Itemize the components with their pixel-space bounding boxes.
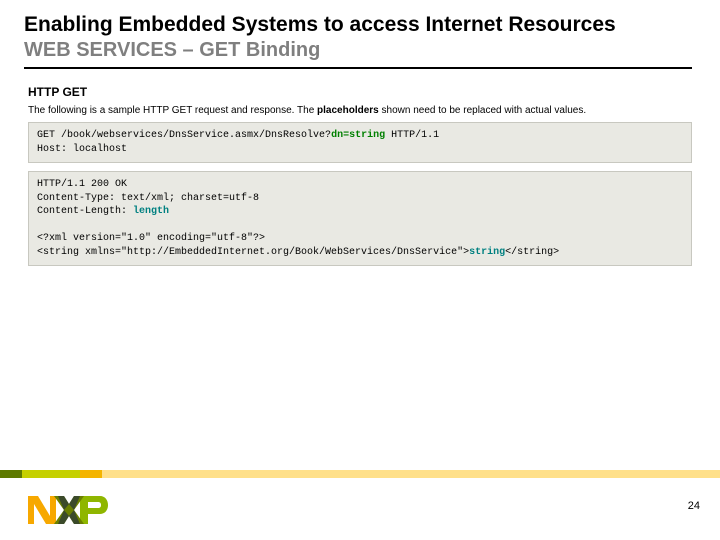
title-block: Enabling Embedded Systems to access Inte…: [0, 0, 720, 69]
req-line1-placeholder: dn=string: [331, 130, 385, 141]
resp-line2: Content-Type: text/xml; charset=utf-8: [37, 193, 259, 204]
slide-title: Enabling Embedded Systems to access Inte…: [24, 12, 696, 38]
resp-line1: HTTP/1.1 200 OK: [37, 179, 127, 190]
slide: Enabling Embedded Systems to access Inte…: [0, 0, 720, 540]
slide-subtitle: WEB SERVICES – GET Binding: [24, 38, 692, 69]
intro-bold: placeholders: [317, 105, 379, 116]
req-line1-a: GET /book/webservices/DnsService.asmx/Dn…: [37, 130, 331, 141]
band-seg-amber: [80, 470, 102, 478]
nxp-logo: [28, 492, 108, 528]
intro-prefix: The following is a sample HTTP GET reque…: [28, 105, 317, 116]
intro-text: The following is a sample HTTP GET reque…: [28, 105, 692, 116]
footer-color-band: [0, 470, 720, 478]
req-line2: Host: localhost: [37, 144, 127, 155]
req-line1-c: HTTP/1.1: [385, 130, 439, 141]
response-code-box: HTTP/1.1 200 OK Content-Type: text/xml; …: [28, 171, 692, 266]
section-label: HTTP GET: [28, 85, 692, 99]
resp-line5-c: </string>: [505, 247, 559, 258]
resp-line3-placeholder: length: [133, 206, 169, 217]
resp-line5-placeholder: string: [469, 247, 505, 258]
page-number: 24: [688, 500, 700, 512]
band-seg-lime: [22, 470, 80, 478]
resp-line5-a: <string xmlns="http://EmbeddedInternet.o…: [37, 247, 469, 258]
nxp-logo-icon: [28, 492, 108, 528]
band-seg-dark-olive: [0, 470, 22, 478]
band-seg-pale-yellow: [102, 470, 720, 478]
intro-suffix: shown need to be replaced with actual va…: [379, 105, 586, 116]
resp-line3-a: Content-Length:: [37, 206, 133, 217]
request-code-box: GET /book/webservices/DnsService.asmx/Dn…: [28, 122, 692, 163]
resp-line4: <?xml version="1.0" encoding="utf-8"?>: [37, 233, 265, 244]
content-area: HTTP GET The following is a sample HTTP …: [0, 69, 720, 266]
